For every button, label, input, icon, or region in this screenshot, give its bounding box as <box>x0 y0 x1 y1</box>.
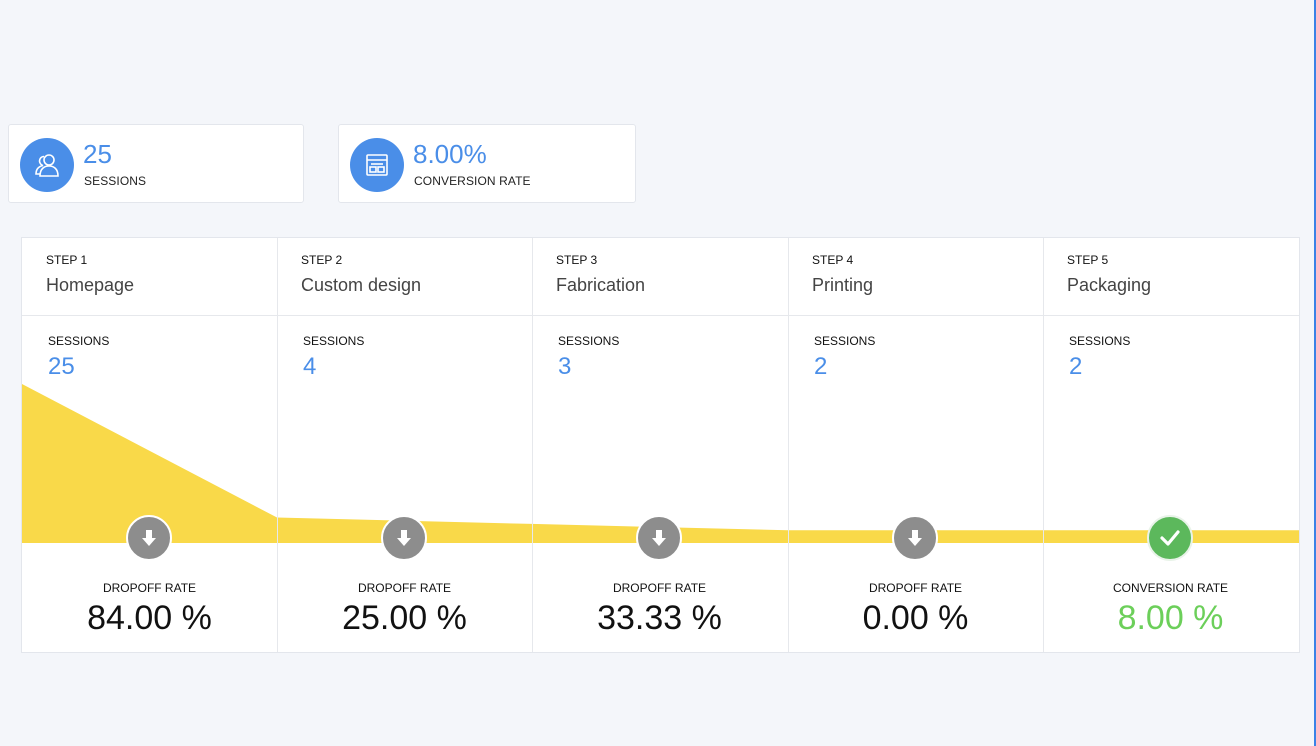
step-number: STEP 2 <box>301 253 343 267</box>
sessions-total-value: 25 <box>83 139 112 169</box>
step-name: Fabrication <box>556 275 646 295</box>
arrow-down-icon <box>636 515 682 561</box>
conversion-rate-step-value: 8.00 % <box>1117 599 1224 637</box>
step-sessions-value: 2 <box>1069 353 1083 380</box>
funnel-step-packaging[interactable]: STEP 5 Packaging SESSIONS 2 CONVERSION R… <box>1043 238 1299 652</box>
step-sessions-label: SESSIONS <box>303 334 365 348</box>
arrow-down-icon <box>381 515 427 561</box>
dropoff-rate-label: DROPOFF RATE <box>612 581 707 595</box>
step-sessions-label: SESSIONS <box>814 334 876 348</box>
dropoff-rate-label: DROPOFF RATE <box>102 581 197 595</box>
step-sessions-value: 3 <box>558 353 572 380</box>
conversion-rate-step-label: CONVERSION RATE <box>1112 581 1229 595</box>
dropoff-rate-label: DROPOFF RATE <box>357 581 452 595</box>
dropoff-rate-value: 33.33 % <box>597 599 722 637</box>
funnel-report-page: 25 SESSIONS 8.00% CONVERSION RATE STEP 1… <box>0 0 1316 746</box>
funnel-step-custom-design[interactable]: STEP 2 Custom design SESSIONS 4 DROPOFF … <box>277 238 532 652</box>
browser-window-icon <box>350 138 404 192</box>
step-sessions-label: SESSIONS <box>1069 334 1131 348</box>
step-sessions-value: 2 <box>814 353 828 380</box>
dropoff-rate-value: 0.00 % <box>862 599 969 637</box>
sessions-summary-card: 25 SESSIONS <box>8 124 304 203</box>
step-name: Packaging <box>1067 275 1152 295</box>
funnel-step-homepage[interactable]: STEP 1 Homepage SESSIONS 25 DROPOFF RATE… <box>22 238 277 652</box>
arrow-down-icon <box>126 515 172 561</box>
dropoff-rate-value: 25.00 % <box>342 599 467 637</box>
dropoff-rate-value: 84.00 % <box>87 599 212 637</box>
step-sessions-value: 25 <box>48 353 75 380</box>
funnel-chart: STEP 1 Homepage SESSIONS 25 DROPOFF RATE… <box>21 237 1300 653</box>
users-icon <box>20 138 74 192</box>
checkmark-icon <box>1147 515 1193 561</box>
step-sessions-label: SESSIONS <box>558 334 620 348</box>
step-number: STEP 5 <box>1067 253 1109 267</box>
step-number: STEP 3 <box>556 253 598 267</box>
step-name: Homepage <box>46 275 135 295</box>
step-name: Printing <box>812 275 874 295</box>
conversion-rate-value: 8.00% <box>413 139 487 169</box>
sessions-total-label: SESSIONS <box>84 174 147 188</box>
arrow-down-icon <box>892 515 938 561</box>
step-name: Custom design <box>301 275 422 295</box>
step-sessions-label: SESSIONS <box>48 334 110 348</box>
step-sessions-value: 4 <box>303 353 317 380</box>
funnel-step-fabrication[interactable]: STEP 3 Fabrication SESSIONS 3 DROPOFF RA… <box>532 238 788 652</box>
funnel-step-printing[interactable]: STEP 4 Printing SESSIONS 2 DROPOFF RATE … <box>788 238 1043 652</box>
step-number: STEP 1 <box>46 253 88 267</box>
step-number: STEP 4 <box>812 253 854 267</box>
conversion-rate-label: CONVERSION RATE <box>414 174 531 188</box>
dropoff-rate-label: DROPOFF RATE <box>868 581 963 595</box>
conversion-summary-card: 8.00% CONVERSION RATE <box>338 124 636 203</box>
